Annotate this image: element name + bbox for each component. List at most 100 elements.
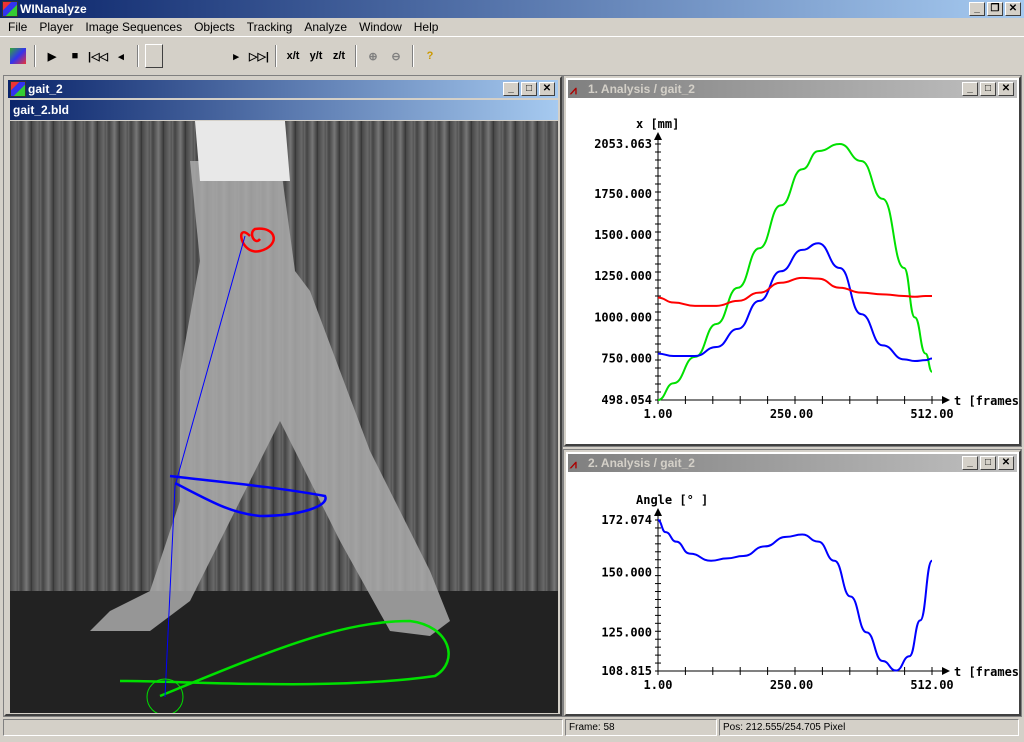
toolbar-separator — [34, 45, 36, 67]
chart-icon: ⩘ — [570, 83, 577, 97]
analysis-window-1: ⩘ 1. Analysis / gait_2 _ □ ✕ x [mm] t [fram… — [563, 75, 1022, 447]
step-forward-icon: ▸ — [233, 50, 239, 63]
y-tick-label: 108.815 — [601, 664, 652, 678]
yt-plot-button[interactable]: y/t — [306, 45, 326, 67]
stop-icon: ■ — [71, 50, 79, 62]
play-button[interactable]: ▶ — [42, 45, 62, 67]
y-axis-label: x [mm] — [636, 117, 679, 131]
x-axis-label: t [frames] — [954, 394, 1019, 408]
x-position-chart: x [mm] t [frames] 1.00 250.00 512.00 2053.063… — [594, 117, 1019, 421]
window-title: 1. Analysis / gait_2 — [588, 82, 695, 96]
menu-tracking[interactable]: Tracking — [241, 18, 299, 36]
first-frame-button[interactable]: |◁◁ — [88, 45, 108, 67]
status-message — [3, 719, 563, 736]
toolbar-separator — [137, 45, 139, 67]
zt-plot-icon: z/t — [332, 50, 346, 62]
zoom-out-button[interactable]: ⊖ — [386, 45, 406, 67]
maximize-button[interactable]: □ — [980, 456, 996, 470]
menu-help[interactable]: Help — [408, 18, 445, 36]
zoom-in-button[interactable]: ⊕ — [363, 45, 383, 67]
sequence-title: gait_2.bld — [10, 100, 558, 120]
minimize-button[interactable]: _ — [962, 82, 978, 96]
last-frame-icon: ▷▷| — [249, 50, 269, 63]
y-tick-label: 750.000 — [601, 352, 652, 366]
step-back-icon: ◂ — [118, 50, 124, 63]
minimize-button[interactable]: _ — [962, 456, 978, 470]
close-button[interactable]: ✕ — [1005, 2, 1021, 16]
x-tick-label: 512.00 — [910, 407, 953, 421]
x-axis-arrow — [942, 396, 950, 404]
y-tick-label: 125.000 — [601, 625, 652, 639]
xt-plot-button[interactable]: x/t — [283, 45, 303, 67]
y-tick-label: 150.000 — [601, 566, 652, 580]
zt-plot-button[interactable]: z/t — [329, 45, 349, 67]
x-tick-label: 250.00 — [770, 678, 813, 692]
app-title-bar: WINanalyze _ ❐ ✕ — [0, 0, 1024, 18]
x-tick-label: 1.00 — [644, 678, 673, 692]
stop-button[interactable]: ■ — [65, 45, 85, 67]
close-button[interactable]: ✕ — [539, 82, 555, 96]
close-button[interactable]: ✕ — [998, 456, 1014, 470]
video-window: gait_2 _ □ ✕ gait_2.bld — [3, 75, 563, 717]
series-line-1 — [657, 242, 933, 362]
x-tick-label: 1.00 — [644, 407, 673, 421]
y-tick-label: 498.054 — [601, 393, 652, 407]
y-tick-label: 1750.000 — [594, 187, 652, 201]
toolbar: ▶ ■ |◁◁ ◂ ▸ ▷▷| x/t y/t z/t ⊕ ⊖? — [0, 40, 1024, 72]
y-tick-label: 2053.063 — [594, 137, 652, 151]
analysis-window-title-bar[interactable]: ⩘ 1. Analysis / gait_2 _ □ ✕ — [568, 80, 1017, 98]
video-window-title-bar[interactable]: gait_2 _ □ ✕ — [8, 80, 558, 98]
app-icon — [10, 81, 26, 97]
step-forward-button[interactable]: ▸ — [226, 45, 246, 67]
menu-player[interactable]: Player — [33, 18, 79, 36]
series-line-0 — [657, 519, 933, 672]
close-button[interactable]: ✕ — [998, 82, 1014, 96]
analysis-window-title-bar[interactable]: ⩘ 2. Analysis / gait_2 _ □ ✕ — [568, 454, 1017, 472]
floor — [10, 591, 558, 713]
zoom-out-icon: ⊖ — [391, 50, 401, 63]
analysis-window-2: ⩘ 2. Analysis / gait_2 _ □ ✕ Angle [° ] t [… — [563, 449, 1022, 717]
x-tick-label: 250.00 — [770, 407, 813, 421]
y-tick-label: 172.074 — [601, 513, 652, 527]
window-title: 2. Analysis / gait_2 — [588, 456, 695, 470]
menu-objects[interactable]: Objects — [188, 18, 241, 36]
angle-chart: Angle [° ] t [frames] 1.00 250.00 512.00 172.… — [601, 493, 1019, 692]
shirt — [195, 121, 290, 181]
x-axis-label: t [frames] — [954, 665, 1019, 679]
video-frame[interactable] — [10, 121, 558, 713]
toolbar-separator — [412, 45, 414, 67]
open-button[interactable] — [8, 45, 28, 67]
chart-icon: ⩘ — [570, 457, 577, 471]
y-tick-label: 1250.000 — [594, 269, 652, 283]
status-bar: Frame: 58 Pos: 212.555/254.705 Pixel — [0, 719, 1024, 738]
step-back-button[interactable]: ◂ — [111, 45, 131, 67]
minimize-button[interactable]: _ — [969, 2, 985, 16]
toolbar-separator — [275, 45, 277, 67]
help-button[interactable]: ? — [420, 45, 440, 67]
last-frame-button[interactable]: ▷▷| — [249, 45, 269, 67]
y-tick-label: 1000.000 — [594, 310, 652, 324]
maximize-button[interactable]: □ — [980, 82, 996, 96]
zoom-in-icon: ⊕ — [368, 50, 378, 63]
menu-bar: File Player Image Sequences Objects Tracking… — [0, 18, 1024, 37]
y-tick-label: 1500.000 — [594, 228, 652, 242]
menu-window[interactable]: Window — [353, 18, 408, 36]
menu-analyze[interactable]: Analyze — [298, 18, 353, 36]
frame-slider[interactable] — [145, 44, 163, 68]
play-icon: ▶ — [47, 50, 57, 63]
minimize-button[interactable]: _ — [503, 82, 519, 96]
xt-plot-icon: x/t — [286, 50, 300, 62]
y-axis-arrow — [654, 508, 662, 516]
yt-plot-icon: y/t — [309, 50, 323, 62]
toolbar-separator — [355, 45, 357, 67]
x-tick-label: 512.00 — [910, 678, 953, 692]
restore-button[interactable]: ❐ — [987, 2, 1003, 16]
x-axis-arrow — [942, 667, 950, 675]
menu-image-sequences[interactable]: Image Sequences — [79, 18, 188, 36]
app-title: WINanalyze — [20, 2, 87, 16]
maximize-button[interactable]: □ — [521, 82, 537, 96]
first-frame-icon: |◁◁ — [88, 50, 108, 63]
menu-file[interactable]: File — [2, 18, 33, 36]
y-axis-arrow — [654, 132, 662, 140]
series-line-0 — [657, 143, 933, 402]
